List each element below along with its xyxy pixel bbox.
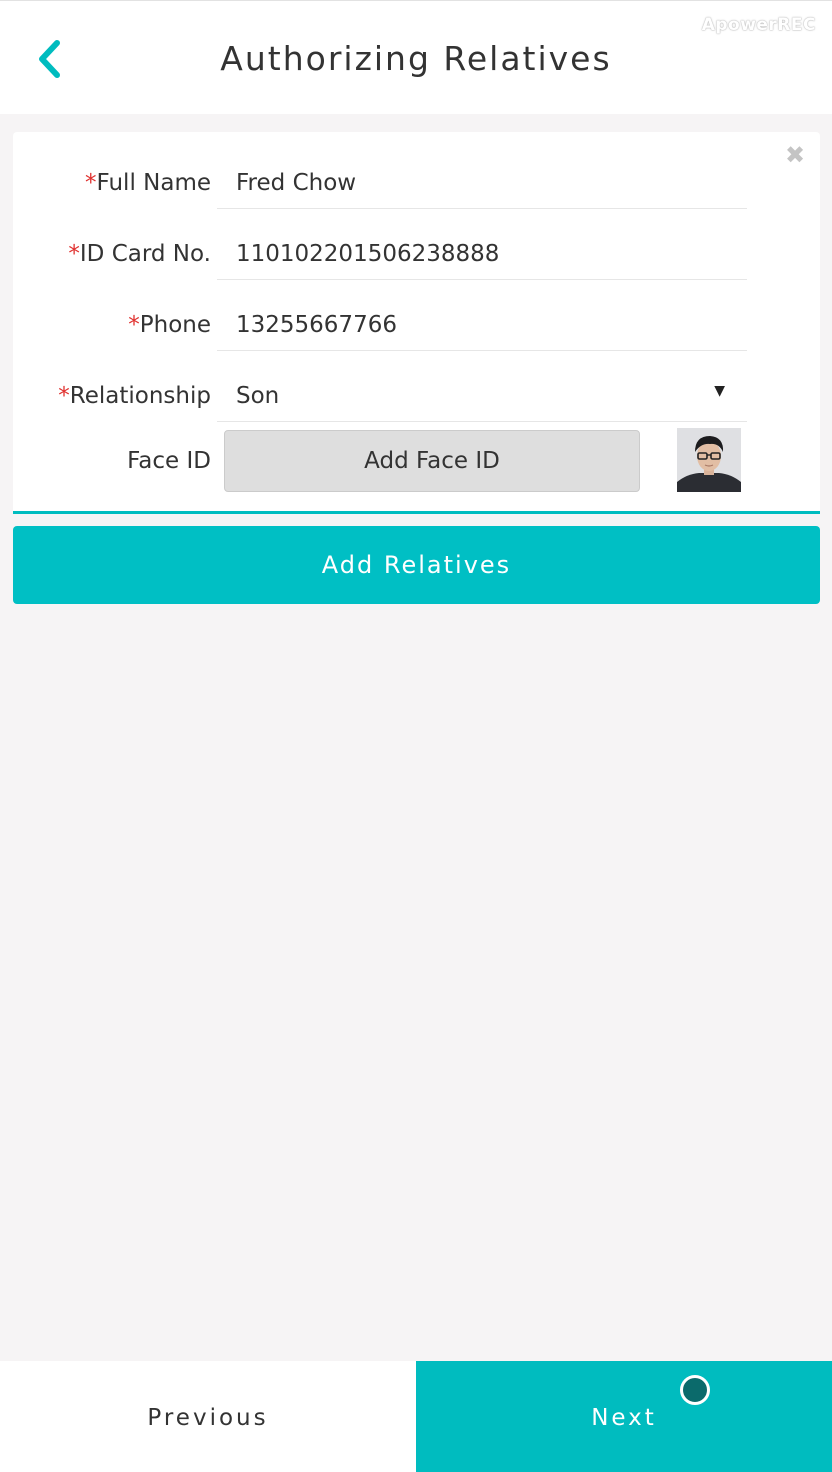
- page-title: Authorizing Relatives: [220, 39, 612, 78]
- id-card-field[interactable]: 110102201506238888: [217, 209, 747, 280]
- add-relatives-button[interactable]: Add Relatives: [13, 526, 820, 604]
- required-mark: *: [58, 383, 70, 409]
- face-id-label: Face ID: [127, 448, 211, 474]
- relationship-row: *Relationship Son ▼: [13, 351, 820, 422]
- id-card-row: *ID Card No. 110102201506238888: [13, 209, 820, 280]
- footer-nav: Previous Next: [0, 1361, 832, 1472]
- add-face-id-button[interactable]: Add Face ID: [224, 430, 640, 492]
- relationship-label: *Relationship: [58, 383, 211, 409]
- required-mark: *: [85, 170, 97, 196]
- required-mark: *: [68, 241, 80, 267]
- phone-row: *Phone 13255667766: [13, 280, 820, 351]
- relationship-value: Son: [236, 383, 280, 409]
- full-name-row: *Full Name Fred Chow: [13, 138, 820, 209]
- required-mark: *: [128, 312, 140, 338]
- relative-form-card: ✖ *Full Name Fred Chow *ID Card No. 1101…: [13, 132, 820, 514]
- face-photo-thumbnail[interactable]: [677, 428, 741, 492]
- touch-indicator: [680, 1375, 710, 1405]
- app-header: Authorizing Relatives ApowerREC: [0, 0, 832, 114]
- phone-field[interactable]: 13255667766: [217, 280, 747, 351]
- phone-label: *Phone: [128, 312, 211, 338]
- caret-down-icon: ▼: [714, 383, 725, 399]
- full-name-label: *Full Name: [85, 170, 211, 196]
- recorder-watermark: ApowerREC: [701, 15, 816, 35]
- next-label: Next: [591, 1405, 657, 1431]
- relationship-select[interactable]: Son ▼: [217, 351, 747, 422]
- previous-button[interactable]: Previous: [0, 1361, 416, 1472]
- id-card-label: *ID Card No.: [68, 241, 211, 267]
- face-photo-image: [677, 428, 741, 492]
- full-name-field[interactable]: Fred Chow: [217, 138, 747, 209]
- next-button[interactable]: Next: [416, 1361, 832, 1472]
